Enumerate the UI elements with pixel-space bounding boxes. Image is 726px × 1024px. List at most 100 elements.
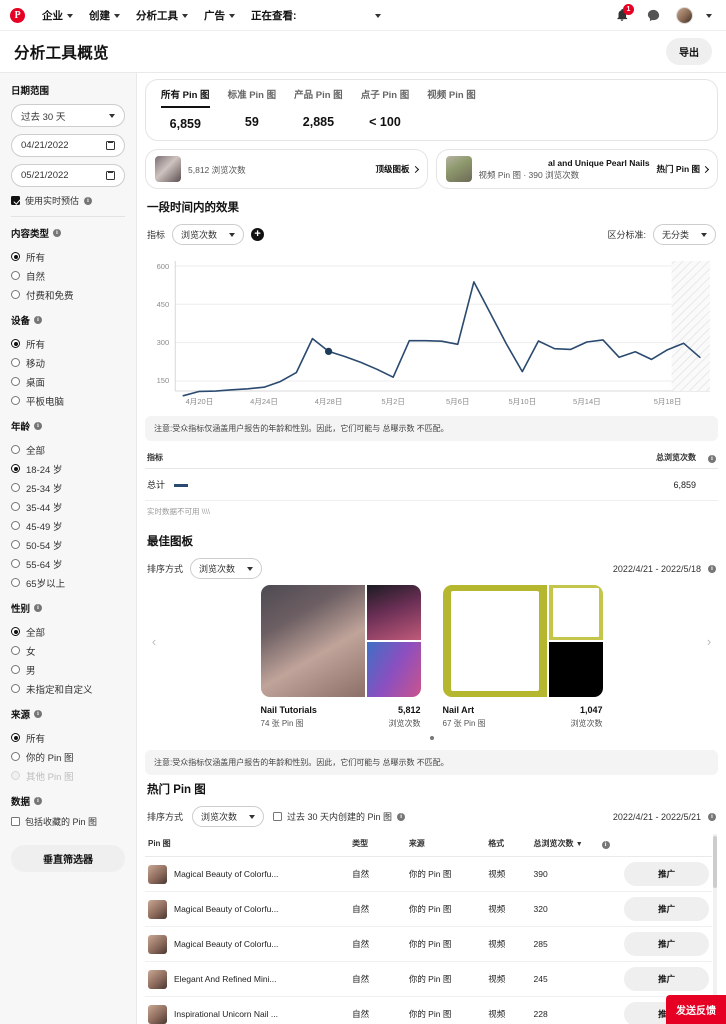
include-saved-pins-checkbox[interactable]: 包括收藏的 Pin 图 bbox=[11, 815, 125, 828]
radio-age-6[interactable]: 55-64 岁 bbox=[11, 554, 125, 573]
info-icon[interactable]: i bbox=[708, 454, 716, 463]
split-select-value: 无分类 bbox=[661, 230, 689, 240]
radio-content-type-1[interactable]: 自然 bbox=[11, 266, 125, 285]
add-metric-button[interactable]: + bbox=[251, 228, 265, 241]
chevron-down-icon bbox=[374, 13, 381, 18]
nav-item-business[interactable]: 企业 bbox=[34, 4, 81, 27]
promote-button[interactable]: 推广 bbox=[624, 967, 709, 991]
metric-tab-standard-pins[interactable]: 标准 Pin 图 59 bbox=[219, 87, 286, 131]
metric-tab-product-pins[interactable]: 产品 Pin 图 2,885 bbox=[285, 87, 352, 131]
table-row[interactable]: Magical Beauty of Colorfu... 自然 你的 Pin 图… bbox=[145, 926, 712, 962]
promote-button[interactable]: 推广 bbox=[624, 862, 709, 886]
info-icon[interactable]: i bbox=[601, 840, 610, 849]
table-row[interactable]: Magical Beauty of Colorfu... 自然 你的 Pin 图… bbox=[145, 856, 712, 892]
metric-select[interactable]: 浏览次数 bbox=[172, 224, 245, 245]
recent-pins-checkbox[interactable]: 过去 30 天内创建的 Pin 图 i bbox=[273, 810, 406, 823]
highlight-card-top-pin[interactable]: al and Unique Pearl Nails 视频 Pin 图 · 390… bbox=[435, 149, 718, 189]
radio-device-2[interactable]: 桌面 bbox=[11, 372, 125, 391]
info-icon[interactable]: i bbox=[708, 564, 716, 573]
radio-content-type-2[interactable]: 付费和免费 bbox=[11, 285, 125, 304]
messages-button[interactable] bbox=[644, 6, 662, 24]
send-feedback-button[interactable]: 发送反馈 bbox=[666, 995, 726, 1024]
radio-device-0[interactable]: 所有 bbox=[11, 334, 125, 353]
carousel-next-button[interactable]: › bbox=[702, 635, 716, 649]
start-date-input[interactable]: 04/21/2022 bbox=[11, 134, 125, 157]
nav-item-create-label: 创建 bbox=[89, 9, 110, 22]
radio-age-7[interactable]: 65岁以上 bbox=[11, 573, 125, 592]
radio-label: 男 bbox=[26, 665, 36, 677]
radio-device-3[interactable]: 平板电脑 bbox=[11, 391, 125, 410]
promote-button[interactable]: 推广 bbox=[624, 932, 709, 956]
radio-age-5[interactable]: 50-54 岁 bbox=[11, 535, 125, 554]
account-switcher[interactable]: 正在查看: bbox=[243, 4, 389, 27]
pins-col-format[interactable]: 格式 bbox=[485, 834, 531, 857]
radio-source-1[interactable]: 你的 Pin 图 bbox=[11, 747, 125, 766]
nav-item-analytics[interactable]: 分析工具 bbox=[128, 4, 196, 27]
nav-item-create[interactable]: 创建 bbox=[81, 4, 128, 27]
board-card-nail-art[interactable]: Nail Art 67 张 Pin 图 1,047 浏览次数 bbox=[442, 585, 603, 729]
radio-age-3[interactable]: 35-44 岁 bbox=[11, 497, 125, 516]
info-icon[interactable]: i bbox=[397, 812, 406, 821]
metric-tab-idea-pins[interactable]: 点子 Pin 图 < 100 bbox=[352, 87, 419, 131]
radio-gender-3[interactable]: 未指定和自定义 bbox=[11, 679, 125, 698]
boards-sort-select[interactable]: 浏览次数 bbox=[190, 558, 263, 579]
legend-row-spacer bbox=[698, 468, 718, 501]
carousel-dot-1[interactable] bbox=[429, 736, 434, 740]
metric-tab-all-pins[interactable]: 所有 Pin 图 6,859 bbox=[152, 87, 219, 131]
radio-device-1[interactable]: 移动 bbox=[11, 353, 125, 372]
pins-sort-select[interactable]: 浏览次数 bbox=[192, 806, 265, 827]
radio-age-1[interactable]: 18-24 岁 bbox=[11, 459, 125, 478]
svg-text:5月6日: 5月6日 bbox=[446, 397, 470, 406]
pinterest-logo-icon[interactable]: P bbox=[10, 7, 25, 23]
info-icon[interactable]: i bbox=[34, 422, 43, 430]
radio-age-4[interactable]: 45-49 岁 bbox=[11, 516, 125, 535]
highlight-link-top-pin[interactable]: 热门 Pin 图 bbox=[657, 163, 710, 175]
highlight-link-top-board[interactable]: 顶级图板 bbox=[375, 163, 419, 175]
info-icon[interactable]: i bbox=[34, 797, 43, 805]
notifications-button[interactable]: 1 bbox=[613, 4, 634, 24]
svg-text:4月24日: 4月24日 bbox=[250, 397, 278, 406]
metric-tab-label: 标准 Pin 图 bbox=[227, 90, 277, 101]
split-select[interactable]: 无分类 bbox=[652, 224, 716, 245]
radio-gender-0[interactable]: 全部 bbox=[11, 622, 125, 641]
pins-col-source[interactable]: 来源 bbox=[405, 834, 486, 857]
carousel-prev-button[interactable]: ‹ bbox=[147, 635, 161, 649]
radio-label: 25-34 岁 bbox=[26, 483, 63, 495]
radio-gender-2[interactable]: 男 bbox=[11, 660, 125, 679]
vertical-filter-button[interactable]: 垂直筛选器 bbox=[11, 845, 125, 872]
export-button[interactable]: 导出 bbox=[666, 38, 712, 65]
radio-age-2[interactable]: 25-34 岁 bbox=[11, 478, 125, 497]
date-preset-select[interactable]: 过去 30 天 bbox=[11, 104, 125, 127]
pins-col-name[interactable]: Pin 图 bbox=[145, 834, 350, 857]
radio-age-0[interactable]: 全部 bbox=[11, 440, 125, 459]
highlight-cards: 5,812 浏览次数 顶级图板 al and Unique Pearl Nail… bbox=[145, 149, 718, 189]
info-icon[interactable]: i bbox=[34, 316, 43, 324]
account-menu-button[interactable] bbox=[675, 6, 693, 24]
pins-col-type[interactable]: 类型 bbox=[349, 834, 406, 857]
info-icon[interactable]: i bbox=[84, 196, 93, 205]
estimate-note: 实时数据不可用 \\\\ bbox=[147, 507, 210, 516]
info-icon[interactable]: i bbox=[708, 812, 716, 821]
end-date-input[interactable]: 05/21/2022 bbox=[11, 164, 125, 187]
metric-tabs: 所有 Pin 图 6,859 标准 Pin 图 59 产品 Pin 图 2,88… bbox=[146, 87, 717, 131]
table-row[interactable]: Inspirational Unicorn Nail ... 自然 你的 Pin… bbox=[145, 996, 712, 1024]
info-icon[interactable]: i bbox=[53, 229, 62, 237]
promote-button[interactable]: 推广 bbox=[624, 897, 709, 921]
table-scrollbar-thumb[interactable] bbox=[713, 836, 717, 888]
board-card-nail-tutorials[interactable]: Nail Tutorials 74 张 Pin 图 5,812 浏览次数 bbox=[260, 585, 421, 729]
table-row[interactable]: Elegant And Refined Mini... 自然 你的 Pin 图 … bbox=[145, 961, 712, 997]
realtime-estimate-checkbox[interactable]: 使用实时预估 i bbox=[11, 194, 125, 207]
pin-cell: Elegant And Refined Mini... bbox=[148, 969, 346, 989]
info-icon[interactable]: i bbox=[34, 604, 43, 612]
metric-tab-video-pins[interactable]: 视频 Pin 图 bbox=[418, 87, 485, 131]
nav-item-ads[interactable]: 广告 bbox=[196, 4, 243, 27]
radio-content-type-0[interactable]: 所有 bbox=[11, 247, 125, 266]
radio-source-0[interactable]: 所有 bbox=[11, 728, 125, 747]
pins-table-scroll: Pin 图 类型 来源 格式 总浏览次数 ▼ i Magical Beauty … bbox=[145, 834, 718, 1024]
highlight-card-top-board[interactable]: 5,812 浏览次数 顶级图板 bbox=[145, 149, 428, 189]
info-icon[interactable]: i bbox=[34, 710, 43, 718]
chevron-down-icon[interactable] bbox=[706, 13, 712, 18]
radio-gender-1[interactable]: 女 bbox=[11, 641, 125, 660]
pins-col-views[interactable]: 总浏览次数 ▼ bbox=[530, 834, 599, 857]
table-row[interactable]: Magical Beauty of Colorfu... 自然 你的 Pin 图… bbox=[145, 891, 712, 927]
